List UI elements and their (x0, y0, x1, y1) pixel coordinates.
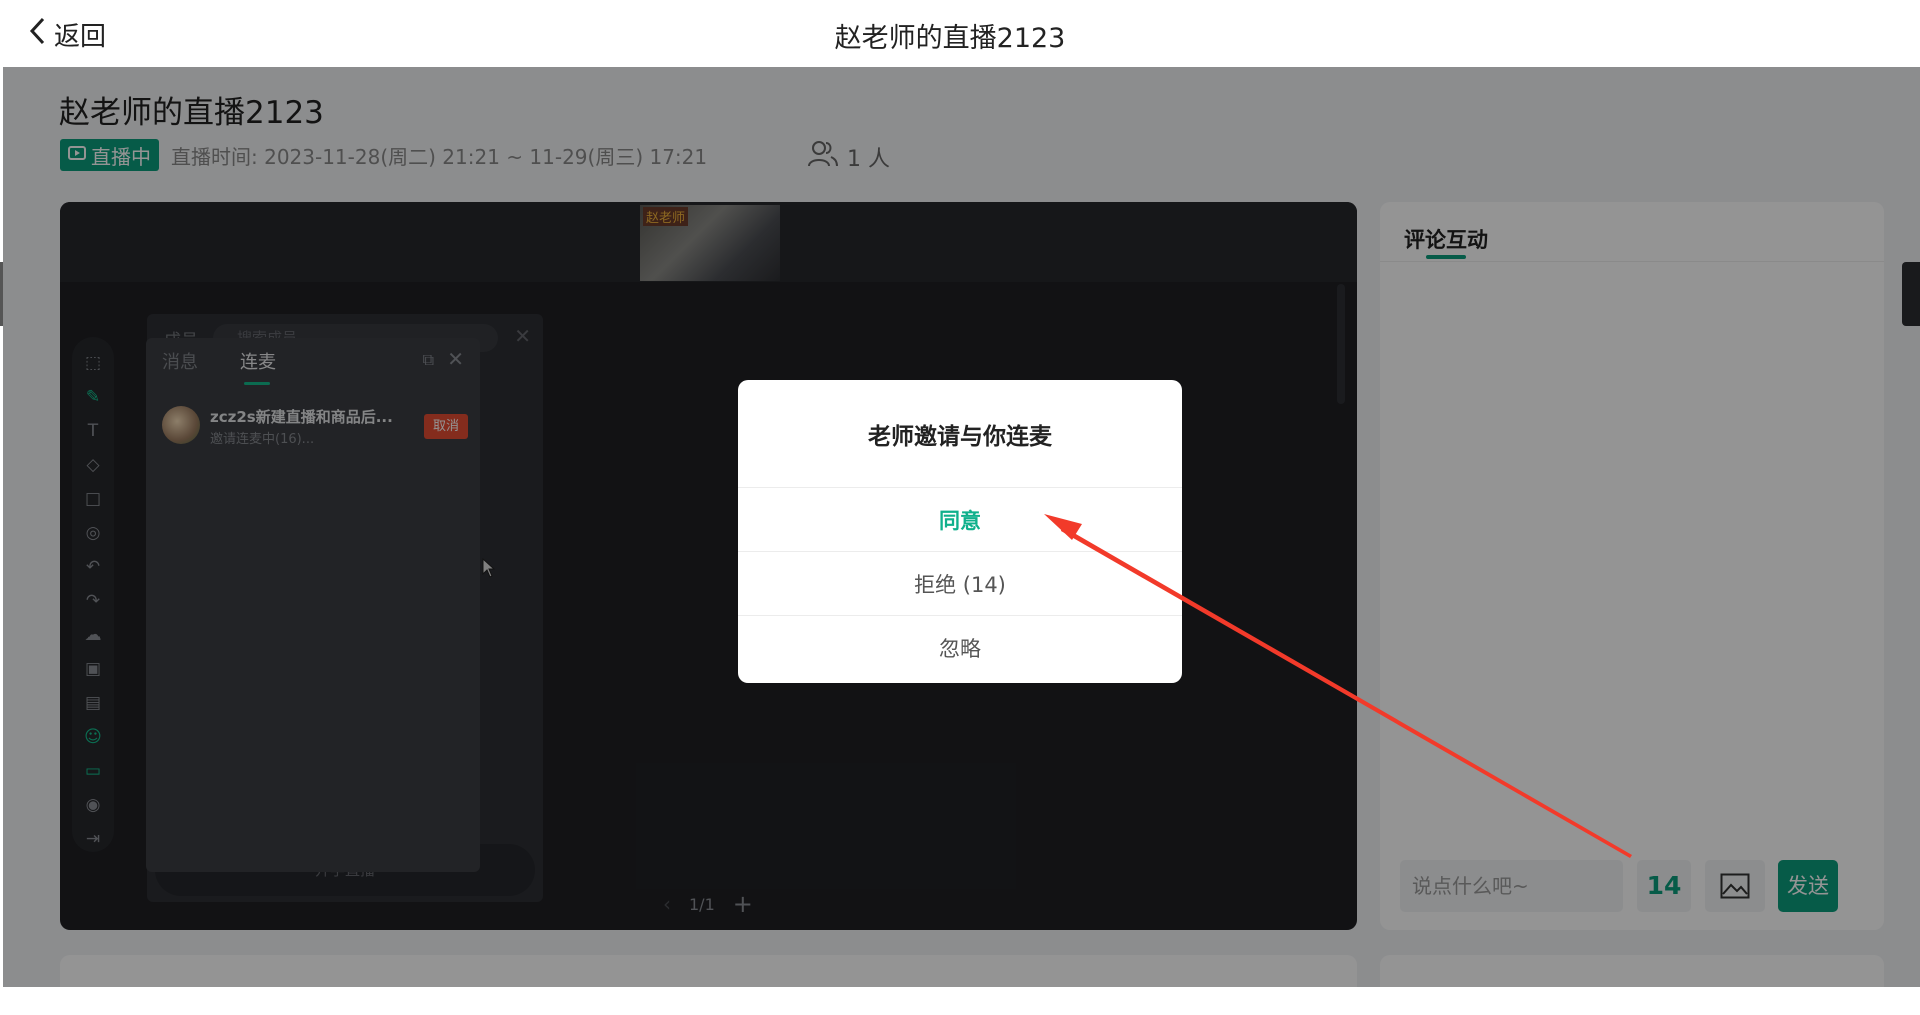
top-bar: 返回 赵老师的直播2123 (0, 0, 1920, 67)
agree-button[interactable]: 同意 (738, 488, 1182, 552)
mic-invite-dialog: 老师邀请与你连麦 同意 拒绝 (14) 忽略 (738, 380, 1182, 683)
ignore-button[interactable]: 忽略 (738, 616, 1182, 680)
page-header-title: 赵老师的直播2123 (834, 23, 1066, 54)
dialog-title: 老师邀请与你连麦 (738, 380, 1182, 488)
reject-button[interactable]: 拒绝 (14) (738, 552, 1182, 616)
